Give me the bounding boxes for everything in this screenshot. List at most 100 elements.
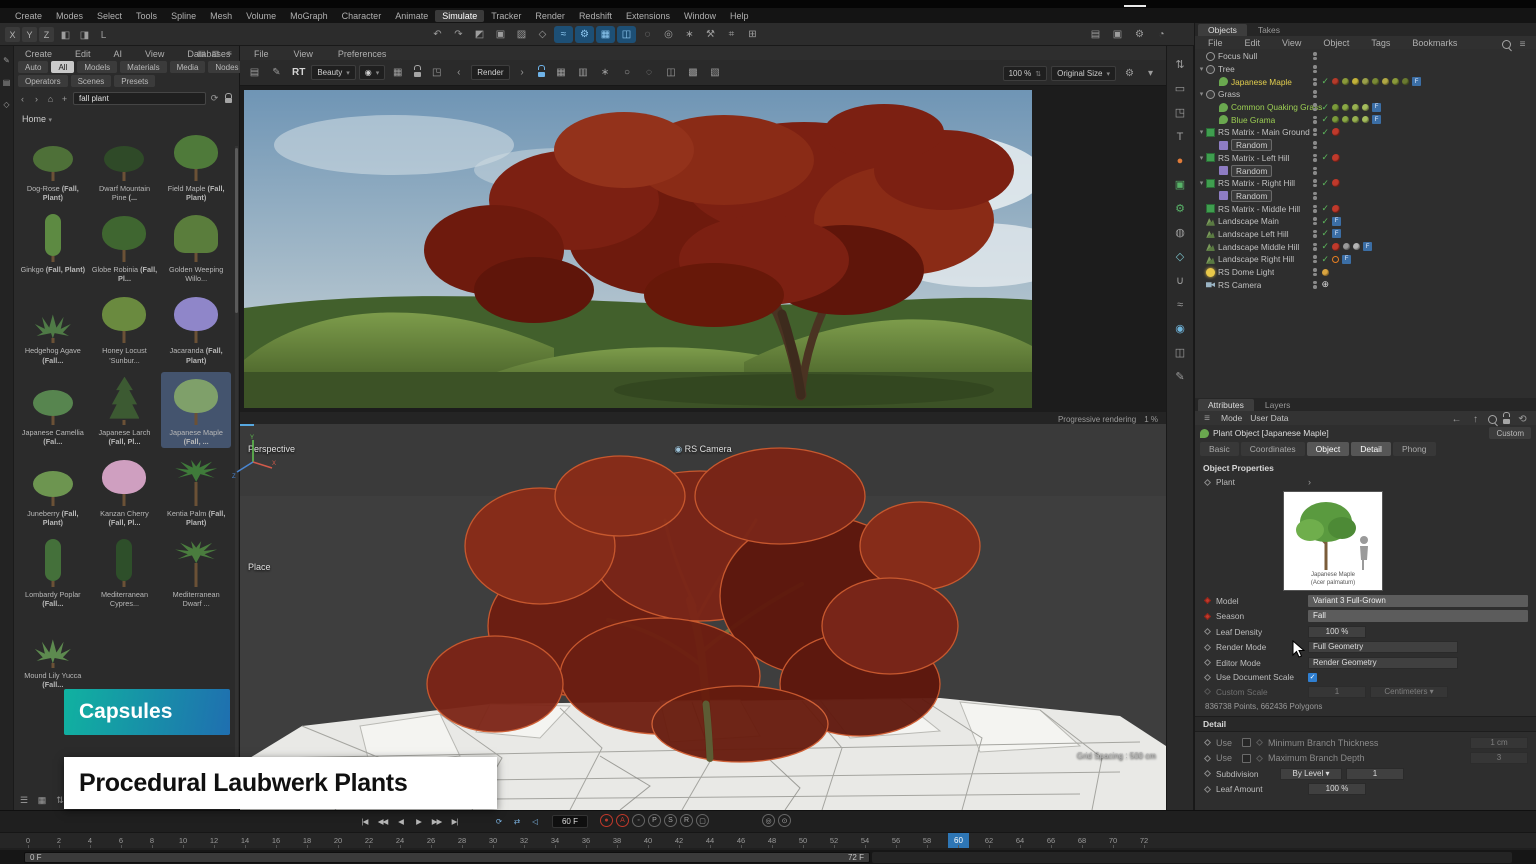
render-view-icon[interactable]: ▤	[1086, 26, 1105, 43]
sphere-icon[interactable]: ◍	[1171, 224, 1189, 241]
object-row[interactable]: Common Quaking Grass✓F	[1195, 101, 1536, 114]
menu-select[interactable]: Select	[90, 10, 129, 22]
keyframe-selection-icon[interactable]: ◦	[632, 814, 645, 827]
dim-circle-icon[interactable]: ◌	[638, 26, 657, 43]
crop-icon[interactable]: ◳	[427, 64, 446, 81]
size-dropdown[interactable]: Original Size▾	[1051, 66, 1116, 81]
asset-menu-edit[interactable]: Edit	[68, 48, 98, 58]
back-icon[interactable]: ←	[1447, 411, 1466, 428]
history-icon[interactable]: ⟲	[1513, 411, 1532, 428]
autokey-icon[interactable]: A	[616, 814, 629, 827]
filter-icon[interactable]: ▾	[1141, 65, 1160, 82]
sound-icon[interactable]: ◁	[526, 814, 543, 829]
prev-render-icon[interactable]: ‹	[449, 64, 468, 81]
text-tool-icon[interactable]: T	[1171, 128, 1189, 145]
object-row[interactable]: Blue Grama✓F	[1195, 113, 1536, 126]
next-frame-icon[interactable]: ▶▶	[428, 814, 445, 829]
plant-item[interactable]: Mediterranean Dwarf ...	[161, 534, 231, 610]
checker-icon[interactable]: ▩	[684, 64, 703, 81]
visibility-dots[interactable]	[1313, 192, 1317, 200]
plant-row[interactable]: Plant ›	[1203, 477, 1528, 487]
object-row[interactable]: Landscape Left Hill✓F	[1195, 228, 1536, 241]
plant-item[interactable]: Japanese Maple (Fall, ...	[161, 372, 231, 448]
keyframe-diamond[interactable]	[1204, 597, 1211, 604]
object-row[interactable]: ▾RS Matrix - Main Ground✓	[1195, 126, 1536, 139]
editor-mode-dropdown[interactable]: Render Geometry	[1308, 657, 1458, 669]
menu-tools[interactable]: Tools	[129, 10, 164, 22]
current-frame-input[interactable]: 60 F	[552, 815, 588, 828]
object-row[interactable]: Landscape Middle Hill✓F	[1195, 240, 1536, 253]
use-min-branch-checkbox[interactable]: ✓	[1242, 738, 1251, 747]
material-tag-icon[interactable]	[1332, 205, 1340, 213]
up-icon[interactable]: ↑	[1466, 411, 1485, 428]
pen-tool-icon[interactable]: ✎	[1171, 368, 1189, 385]
keyframe-diamond[interactable]	[1204, 628, 1211, 635]
leaf-density-input[interactable]: 100 %	[1308, 626, 1366, 638]
rt-toggle[interactable]: RT	[289, 67, 308, 78]
render-viewport[interactable]	[244, 90, 1032, 408]
use-document-scale-checkbox[interactable]: ✓	[1308, 673, 1317, 682]
visibility-dots[interactable]	[1313, 90, 1317, 98]
rounded-rect-icon[interactable]: ▭	[1171, 80, 1189, 97]
object-row[interactable]: Focus Null	[1195, 50, 1536, 63]
enabled-check-icon[interactable]: ✓	[1322, 203, 1330, 214]
material-chip-icon[interactable]	[1352, 104, 1359, 111]
material-chip-icon[interactable]	[1372, 78, 1379, 85]
lattice-icon[interactable]: ⌗	[722, 26, 741, 43]
subdivision-level-input[interactable]: 1	[1346, 768, 1404, 780]
material-chip-icon[interactable]	[1332, 104, 1339, 111]
team-render-icon[interactable]: ◔	[1152, 26, 1171, 43]
menu-simulate[interactable]: Simulate	[435, 10, 484, 22]
keyframe-diamond[interactable]	[1204, 754, 1211, 761]
plant-item[interactable]: Dwarf Mountain Pine (...	[90, 128, 160, 204]
plant-item[interactable]: Lombardy Poplar (Fall...	[18, 534, 88, 610]
enabled-check-icon[interactable]: ✓	[1322, 102, 1330, 113]
leaf-amount-input[interactable]: 100 %	[1308, 783, 1366, 795]
asset-menu-create[interactable]: Create	[18, 48, 59, 58]
menu-spline[interactable]: Spline	[164, 10, 203, 22]
visibility-dots[interactable]	[1313, 281, 1317, 289]
world-local-icon[interactable]: L	[94, 27, 113, 44]
keyframe-diamond[interactable]	[1204, 478, 1211, 485]
property-tab-coordinates[interactable]: Coordinates	[1241, 442, 1305, 456]
star-icon[interactable]: ∗	[596, 64, 615, 81]
visibility-dots[interactable]	[1313, 116, 1317, 124]
plant-item[interactable]: Ginkgo (Fall, Plant)	[18, 209, 88, 285]
visibility-dots[interactable]	[1313, 230, 1317, 238]
prev-key-icon[interactable]: ◀◀	[374, 814, 391, 829]
zoom-dropdown[interactable]: 100 %⇅	[1003, 66, 1048, 81]
split-icon[interactable]: ▥	[209, 47, 222, 59]
add-icon[interactable]: +	[58, 92, 71, 105]
plant-item[interactable]: Juneberry (Fall, Plant)	[18, 453, 88, 529]
link-icon[interactable]: ⊙	[778, 814, 791, 827]
record-keyframe-icon[interactable]: ●	[600, 814, 613, 827]
snap-icon[interactable]: ◇	[1, 98, 13, 110]
filter-models[interactable]: Models	[77, 61, 117, 73]
lock-render-icon[interactable]	[535, 64, 549, 81]
viewport-menu-view[interactable]: View	[287, 48, 320, 60]
phong-tag-icon[interactable]: F	[1363, 242, 1372, 251]
viewport-menu-file[interactable]: File	[247, 48, 276, 60]
visibility-dots[interactable]	[1313, 52, 1317, 60]
dashed-region-icon[interactable]: ◌	[640, 64, 659, 81]
asset-sphere-icon[interactable]: ●	[1171, 152, 1189, 169]
menu-redshift[interactable]: Redshift	[572, 10, 619, 22]
plant-item[interactable]: Japanese Larch (Fall, Pl...	[90, 372, 160, 448]
model-dropdown[interactable]: Variant 3 Full-Grown	[1308, 595, 1528, 607]
record-rotation-icon[interactable]: R	[680, 814, 693, 827]
tab-objects[interactable]: Objects	[1198, 24, 1247, 36]
material-chip-icon[interactable]	[1322, 269, 1329, 276]
dock-icon[interactable]: ▤	[195, 47, 208, 59]
enabled-check-icon[interactable]: ✓	[1322, 152, 1330, 163]
keyframe-diamond[interactable]	[1204, 739, 1211, 746]
loop-mode-icon[interactable]: ⟳	[490, 814, 507, 829]
render-settings-icon[interactable]: ⚙	[1130, 26, 1149, 43]
material-tag-icon[interactable]	[1332, 243, 1340, 251]
hammer-tool-icon[interactable]: ⚒	[701, 26, 720, 43]
model-mode-icon[interactable]: ◩	[470, 26, 489, 43]
menu-tracker[interactable]: Tracker	[484, 10, 528, 22]
custom-preset-button[interactable]: Custom	[1489, 427, 1531, 439]
snapshot-icon[interactable]: ✎	[267, 64, 286, 81]
pen-icon[interactable]: ✎	[1, 54, 13, 66]
asset-menu-view[interactable]: View	[138, 48, 171, 58]
